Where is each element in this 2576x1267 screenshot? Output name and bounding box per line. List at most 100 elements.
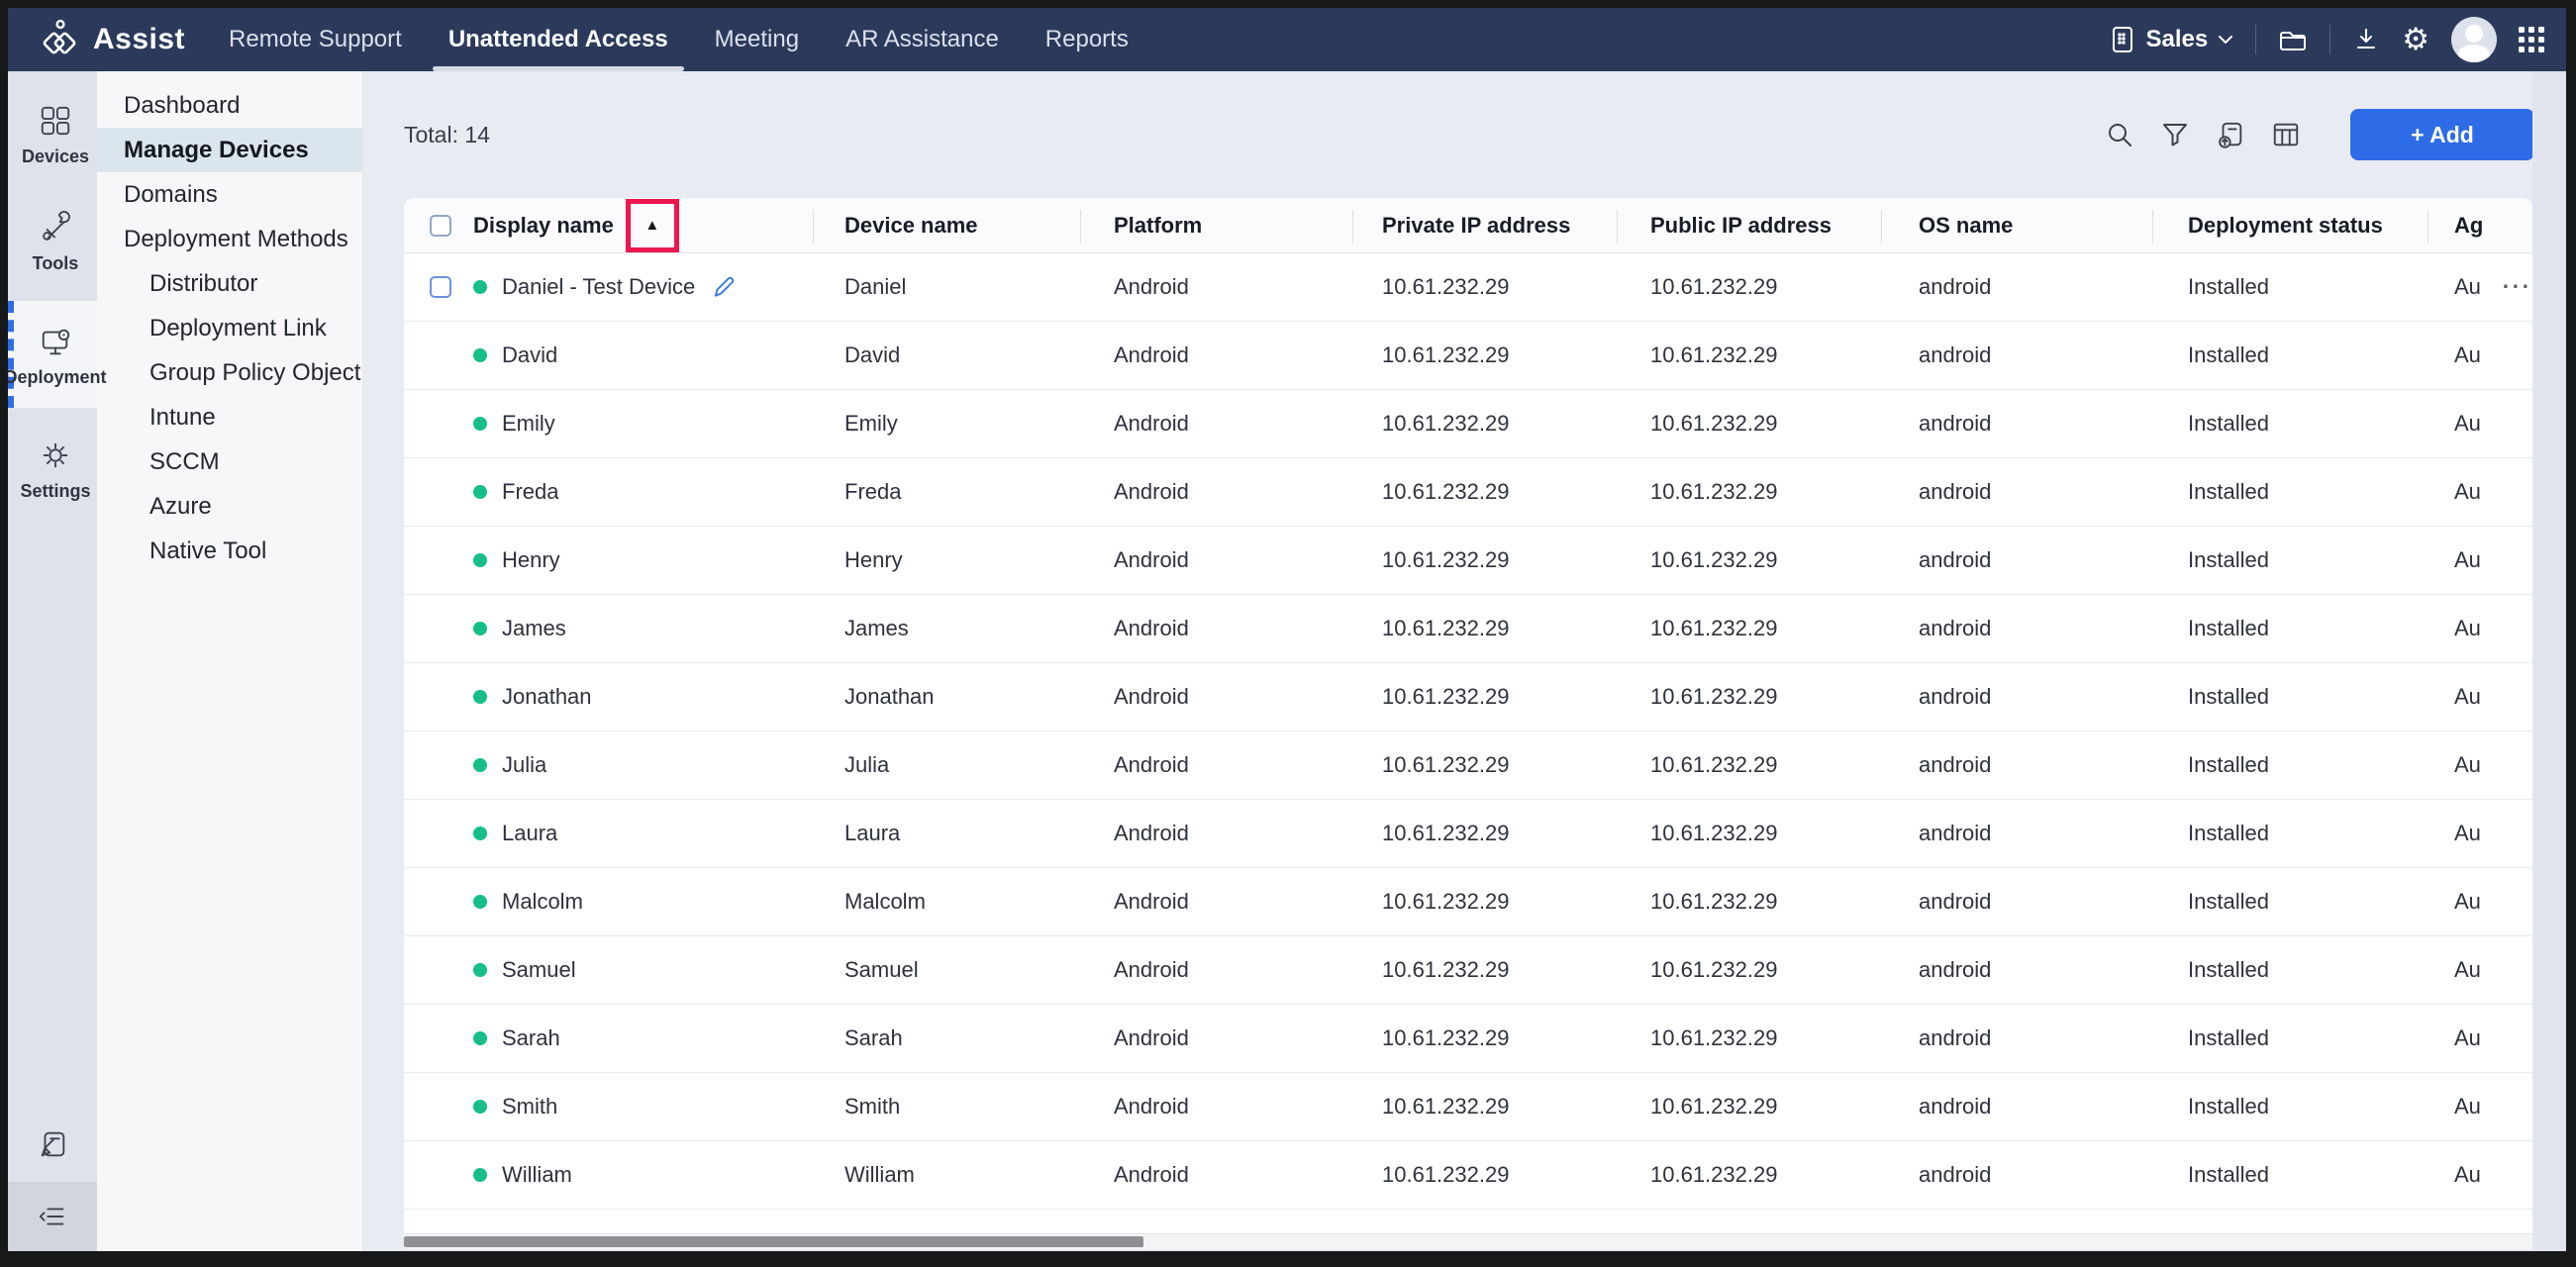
table-row[interactable]: Jonathan Jonathan Android 10.61.232.29 1… bbox=[404, 663, 2532, 731]
public-ip-text: 10.61.232.29 bbox=[1617, 527, 1881, 594]
os-name-text: android bbox=[1881, 1073, 2152, 1140]
table-row[interactable]: Daniel - Test Device Daniel Android 10.6… bbox=[404, 253, 2532, 322]
feedback-note-icon[interactable] bbox=[8, 1128, 97, 1160]
sidebar-item-deployment-link[interactable]: Deployment Link bbox=[97, 306, 362, 350]
rail-item-settings[interactable]: Settings bbox=[8, 422, 97, 515]
table-row[interactable]: Emily Emily Android 10.61.232.29 10.61.2… bbox=[404, 390, 2532, 458]
table-row[interactable]: David David Android 10.61.232.29 10.61.2… bbox=[404, 322, 2532, 390]
platform-text: Android bbox=[1080, 1005, 1352, 1072]
divider bbox=[2329, 25, 2330, 54]
rail-item-deployment[interactable]: Deployment bbox=[8, 301, 97, 408]
private-ip-text: 10.61.232.29 bbox=[1352, 595, 1617, 662]
add-device-button[interactable]: + Add bbox=[2350, 109, 2534, 160]
row-menu-icon[interactable]: ⋯ bbox=[2501, 272, 2530, 302]
device-name-text: Laura bbox=[813, 800, 1080, 867]
os-name-text: android bbox=[1881, 800, 2152, 867]
deployment-status-text: Installed bbox=[2152, 527, 2427, 594]
table-columns-icon[interactable] bbox=[2271, 120, 2301, 149]
table-row[interactable]: Laura Laura Android 10.61.232.29 10.61.2… bbox=[404, 800, 2532, 868]
vertical-scrollbar[interactable] bbox=[2532, 71, 2566, 1251]
sidebar-item-deployment-methods[interactable]: Deployment Methods bbox=[97, 217, 362, 261]
annotation-highlight-box: ▲ bbox=[626, 199, 679, 252]
sidebar-item-intune[interactable]: Intune bbox=[97, 395, 362, 439]
table-row[interactable]: Malcolm Malcolm Android 10.61.232.29 10.… bbox=[404, 868, 2532, 936]
settings-gear-icon[interactable]: ⚙ bbox=[2402, 25, 2429, 55]
sidebar-item-manage-devices[interactable]: Manage Devices bbox=[97, 128, 362, 172]
online-status-dot bbox=[473, 895, 487, 909]
column-device-name[interactable]: Device name bbox=[813, 198, 1080, 252]
agent-version-text: Au bbox=[2454, 889, 2481, 915]
display-name-text: James bbox=[502, 616, 566, 641]
sidebar-item-domains[interactable]: Domains bbox=[97, 172, 362, 217]
platform-text: Android bbox=[1080, 1073, 1352, 1140]
deployment-status-text: Installed bbox=[2152, 1141, 2427, 1209]
online-status-dot bbox=[473, 485, 487, 499]
display-name-text: Laura bbox=[502, 821, 557, 846]
tab-ar-assistance[interactable]: AR Assistance bbox=[845, 8, 999, 71]
table-row[interactable]: Henry Henry Android 10.61.232.29 10.61.2… bbox=[404, 527, 2532, 595]
edit-icon[interactable] bbox=[711, 274, 737, 300]
deployment-status-text: Installed bbox=[2152, 322, 2427, 389]
column-platform[interactable]: Platform bbox=[1080, 198, 1352, 252]
table-row[interactable]: Smith Smith Android 10.61.232.29 10.61.2… bbox=[404, 1073, 2532, 1141]
collapse-sidebar-icon[interactable] bbox=[8, 1182, 97, 1251]
device-name-text: Julia bbox=[813, 731, 1080, 799]
sidebar-item-sccm[interactable]: SCCM bbox=[97, 439, 362, 484]
column-public-ip[interactable]: Public IP address bbox=[1617, 198, 1881, 252]
tab-remote-support[interactable]: Remote Support bbox=[229, 8, 402, 71]
table-row[interactable]: Julia Julia Android 10.61.232.29 10.61.2… bbox=[404, 731, 2532, 800]
sidebar-item-native-tool[interactable]: Native Tool bbox=[97, 529, 362, 573]
search-icon[interactable] bbox=[2105, 120, 2134, 149]
table-row[interactable]: Sarah Sarah Android 10.61.232.29 10.61.2… bbox=[404, 1005, 2532, 1073]
device-name-text: David bbox=[813, 322, 1080, 389]
private-ip-text: 10.61.232.29 bbox=[1352, 800, 1617, 867]
sidebar-item-distributor[interactable]: Distributor bbox=[97, 261, 362, 306]
select-all-checkbox[interactable] bbox=[430, 215, 451, 237]
platform-text: Android bbox=[1080, 800, 1352, 867]
sidebar-item-dashboard[interactable]: Dashboard bbox=[97, 83, 362, 128]
table-row[interactable]: Samuel Samuel Android 10.61.232.29 10.61… bbox=[404, 936, 2532, 1005]
horizontal-scrollbar-thumb[interactable] bbox=[404, 1236, 1143, 1247]
tab-reports[interactable]: Reports bbox=[1045, 8, 1129, 71]
platform-text: Android bbox=[1080, 527, 1352, 594]
column-os-name[interactable]: OS name bbox=[1881, 198, 2152, 252]
column-private-ip[interactable]: Private IP address bbox=[1352, 198, 1617, 252]
table-row[interactable]: William William Android 10.61.232.29 10.… bbox=[404, 1141, 2532, 1210]
table-row[interactable]: Freda Freda Android 10.61.232.29 10.61.2… bbox=[404, 458, 2532, 527]
sidebar-item-group-policy-object[interactable]: Group Policy Object bbox=[97, 350, 362, 395]
rail-item-tools[interactable]: Tools bbox=[8, 194, 97, 287]
online-status-dot bbox=[473, 963, 487, 977]
private-ip-text: 10.61.232.29 bbox=[1352, 936, 1617, 1004]
tab-unattended-access[interactable]: Unattended Access bbox=[448, 8, 668, 71]
os-name-text: android bbox=[1881, 253, 2152, 321]
apps-grid-icon[interactable] bbox=[2519, 27, 2544, 52]
private-ip-text: 10.61.232.29 bbox=[1352, 1141, 1617, 1209]
export-icon[interactable] bbox=[2216, 120, 2245, 149]
horizontal-scrollbar[interactable] bbox=[404, 1233, 2532, 1249]
column-agent[interactable]: Ag bbox=[2427, 198, 2532, 252]
agent-version-text: Au bbox=[2454, 821, 2481, 846]
column-display-name[interactable]: Display name ▲ bbox=[465, 198, 813, 252]
os-name-text: android bbox=[1881, 1005, 2152, 1072]
sidebar-item-azure[interactable]: Azure bbox=[97, 484, 362, 529]
column-deployment-status[interactable]: Deployment status bbox=[2152, 198, 2427, 252]
download-icon[interactable] bbox=[2352, 26, 2380, 53]
row-checkbox[interactable] bbox=[430, 276, 451, 298]
rail-item-devices[interactable]: Devices bbox=[8, 87, 97, 180]
online-status-dot bbox=[473, 622, 487, 635]
org-selector[interactable]: Sales bbox=[2110, 25, 2233, 54]
device-name-text: Smith bbox=[813, 1073, 1080, 1140]
user-avatar[interactable] bbox=[2451, 17, 2497, 62]
platform-text: Android bbox=[1080, 868, 1352, 935]
filter-icon[interactable] bbox=[2160, 120, 2190, 149]
platform-text: Android bbox=[1080, 731, 1352, 799]
platform-text: Android bbox=[1080, 322, 1352, 389]
sort-ascending-icon[interactable]: ▲ bbox=[644, 218, 659, 233]
agent-version-text: Au bbox=[2454, 684, 2481, 710]
tab-meeting[interactable]: Meeting bbox=[715, 8, 799, 71]
device-name-text: Samuel bbox=[813, 936, 1080, 1004]
brand[interactable]: Assist bbox=[38, 18, 185, 61]
devices-grid-icon bbox=[39, 104, 72, 138]
table-row[interactable]: James James Android 10.61.232.29 10.61.2… bbox=[404, 595, 2532, 663]
files-folder-icon[interactable] bbox=[2278, 27, 2308, 52]
